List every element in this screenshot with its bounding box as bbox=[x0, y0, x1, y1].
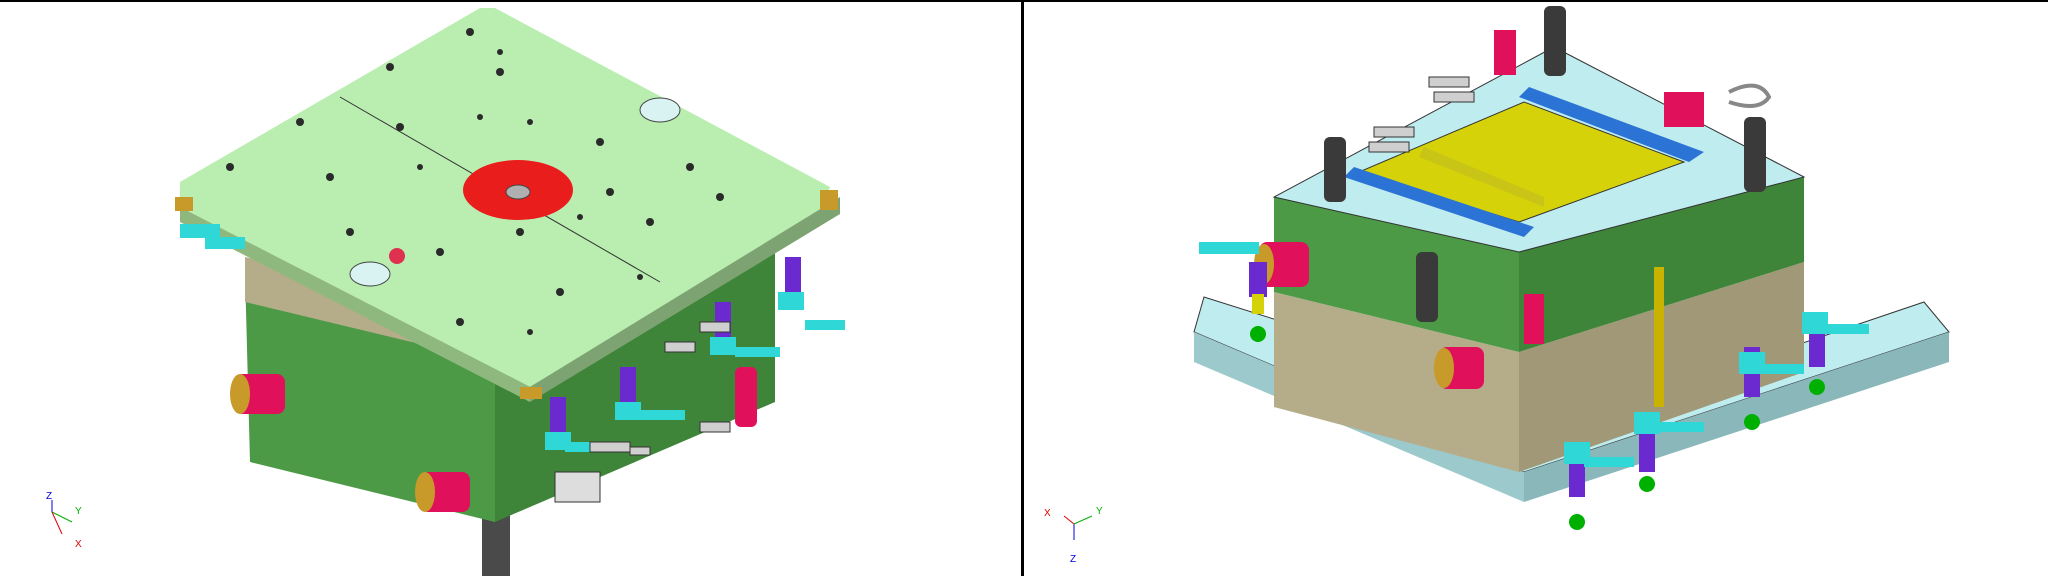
viewport-right[interactable]: X Y Z bbox=[1024, 2, 2048, 576]
hydraulic-cylinder bbox=[415, 472, 470, 512]
lifting-block bbox=[1664, 92, 1704, 127]
parting-lock bbox=[735, 367, 757, 427]
axis-z-label: Z bbox=[1070, 554, 1076, 565]
hydraulic-cylinder bbox=[230, 374, 285, 414]
hydraulic-cylinder bbox=[1434, 347, 1484, 389]
ejector-indicator bbox=[389, 248, 405, 264]
parting-lock bbox=[1494, 30, 1516, 75]
junction-plate bbox=[554, 471, 601, 503]
water-coupling bbox=[778, 257, 845, 330]
viewport-left[interactable]: Z Y X bbox=[0, 2, 1021, 576]
axis-y-line bbox=[51, 511, 73, 523]
wear-pad bbox=[175, 197, 193, 211]
mold-assembly-open-cavity-view[interactable]: X Y Z bbox=[1024, 2, 2048, 576]
wear-pad bbox=[520, 387, 542, 399]
axis-z-label: Z bbox=[46, 491, 52, 502]
axis-y-label: Y bbox=[75, 506, 82, 517]
axis-x-line bbox=[51, 511, 63, 535]
sprue-bushing bbox=[505, 184, 531, 200]
wear-pad bbox=[820, 190, 838, 210]
parting-lock bbox=[1524, 294, 1544, 344]
lifting-hook bbox=[1728, 83, 1772, 108]
coordinate-triad: X Y Z bbox=[1044, 506, 1103, 565]
coordinate-triad: Z Y X bbox=[46, 491, 82, 550]
axis-y-label: Y bbox=[1096, 506, 1103, 517]
lifting-hole bbox=[639, 97, 681, 123]
axis-y-line bbox=[1073, 515, 1093, 525]
axis-x-label: X bbox=[75, 539, 82, 550]
axis-x-label: X bbox=[1044, 508, 1051, 519]
strap bbox=[1654, 267, 1664, 407]
axis-x-line bbox=[1063, 515, 1075, 525]
mold-assembly-top-view[interactable]: Z Y X bbox=[0, 2, 1021, 576]
lifting-hole bbox=[349, 261, 391, 287]
